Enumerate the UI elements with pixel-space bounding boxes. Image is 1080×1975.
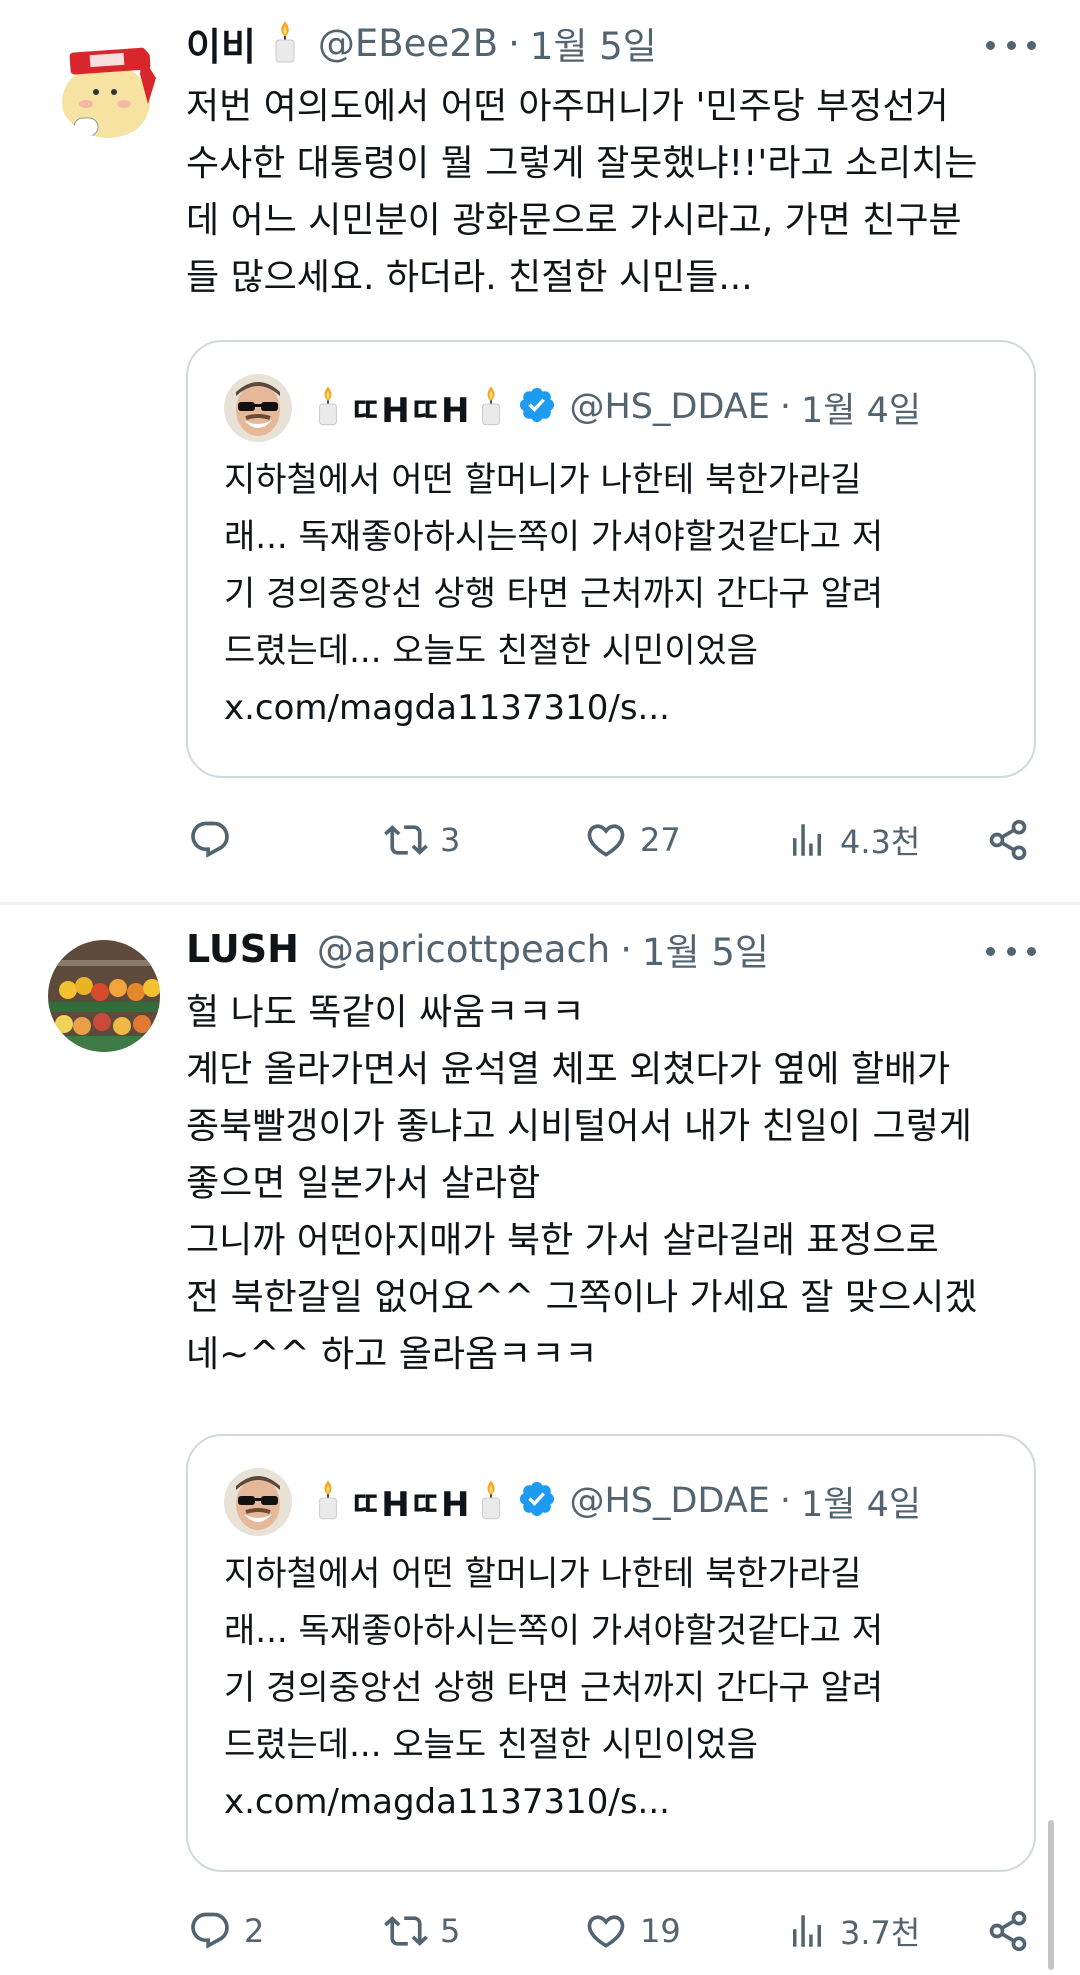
quote-user-handle: @HS_DDAE bbox=[569, 1481, 770, 1521]
quote-header: ㄸHㄸH @HS_DDAE · 1월 4일 bbox=[314, 382, 921, 432]
quote-text: 지하철에서 어떤 할머니가 나한테 북한가라길 래... 독재좋아하시는쪽이 가… bbox=[224, 460, 884, 728]
share-button[interactable] bbox=[986, 1901, 1030, 1961]
quote-display-name: ㄸHㄸH bbox=[350, 1484, 470, 1525]
views-count: 3.7천 bbox=[840, 1914, 921, 1952]
like-count: 27 bbox=[640, 821, 681, 859]
separator-dot: · bbox=[620, 927, 633, 971]
quoted-tweet[interactable]: ㄸHㄸH @HS_DDAE · 1월 4일 지하철에서 어떤 할머니가 나한테 … bbox=[186, 340, 1036, 778]
separator-dot: · bbox=[779, 1481, 792, 1521]
quote-timestamp: 1월 4일 bbox=[801, 1484, 922, 1525]
retweet-button[interactable]: 5 bbox=[384, 1901, 460, 1961]
verified-badge-icon bbox=[517, 1479, 557, 1523]
quote-avatar bbox=[224, 1468, 292, 1536]
share-icon bbox=[986, 1909, 1030, 1953]
candle-icon bbox=[314, 384, 342, 430]
user-handle[interactable]: @EBee2B bbox=[318, 22, 498, 65]
tweet-header: LUSH @apricottpeach · 1월 5일 bbox=[186, 924, 769, 974]
heart-icon bbox=[584, 1909, 628, 1953]
tweet-header: 이비 @EBee2B · 1월 5일 bbox=[186, 16, 657, 71]
reply-icon bbox=[188, 1909, 232, 1953]
retweet-icon bbox=[384, 818, 428, 862]
more-icon[interactable] bbox=[986, 25, 1036, 65]
separator-dot: · bbox=[508, 21, 520, 65]
reply-button[interactable] bbox=[188, 810, 244, 870]
tweet[interactable]: 이비 @EBee2B · 1월 5일 저번 여의도에서 어떤 아주머니가 '민주… bbox=[0, 0, 1080, 900]
avatar[interactable] bbox=[56, 34, 160, 138]
like-count: 19 bbox=[640, 1912, 681, 1950]
retweet-button[interactable]: 3 bbox=[384, 810, 460, 870]
like-button[interactable]: 19 bbox=[584, 1901, 681, 1961]
reply-icon bbox=[188, 818, 232, 862]
retweet-count: 5 bbox=[440, 1912, 461, 1950]
verified-badge-icon bbox=[517, 385, 557, 429]
separator-dot: · bbox=[779, 387, 792, 427]
retweet-count: 3 bbox=[440, 821, 461, 859]
more-icon[interactable] bbox=[986, 931, 1036, 971]
avatar[interactable] bbox=[48, 940, 160, 1052]
user-handle[interactable]: @apricottpeach bbox=[317, 928, 610, 971]
timestamp[interactable]: 1월 5일 bbox=[530, 16, 657, 70]
display-name[interactable]: 이비 bbox=[186, 16, 256, 71]
timestamp[interactable]: 1월 5일 bbox=[642, 922, 769, 976]
like-button[interactable]: 27 bbox=[584, 810, 681, 870]
share-icon bbox=[986, 818, 1030, 862]
quote-avatar bbox=[224, 374, 292, 442]
share-button[interactable] bbox=[986, 810, 1030, 870]
quoted-tweet[interactable]: ㄸHㄸH @HS_DDAE · 1월 4일 지하철에서 어떤 할머니가 나한테 … bbox=[186, 1434, 1036, 1872]
views-icon bbox=[786, 819, 828, 861]
candle-icon bbox=[477, 384, 505, 430]
display-name[interactable]: LUSH bbox=[186, 927, 299, 971]
candle-icon bbox=[314, 1478, 342, 1524]
views-button[interactable]: 3.7천 bbox=[786, 1901, 920, 1961]
tweet-actions: 3 27 4.3천 bbox=[186, 810, 1036, 870]
tweet-actions: 2 5 19 3.7천 bbox=[186, 1901, 1036, 1961]
quote-timestamp: 1월 4일 bbox=[801, 390, 922, 431]
reply-count: 2 bbox=[244, 1912, 265, 1950]
tweet[interactable]: LUSH @apricottpeach · 1월 5일 헐 나도 똑같이 싸움ㅋ… bbox=[0, 906, 1080, 1975]
views-button[interactable]: 4.3천 bbox=[786, 810, 920, 870]
candle-icon bbox=[270, 19, 300, 67]
scrollbar[interactable] bbox=[1048, 1820, 1054, 1970]
tweet-text: 저번 여의도에서 어떤 아주머니가 '민주당 부정선거 수사한 대통령이 뭘 그… bbox=[186, 86, 978, 298]
quote-display-name: ㄸHㄸH bbox=[350, 390, 470, 431]
heart-icon bbox=[584, 818, 628, 862]
views-count: 4.3천 bbox=[840, 823, 921, 861]
reply-button[interactable]: 2 bbox=[188, 1901, 264, 1961]
quote-header: ㄸHㄸH @HS_DDAE · 1월 4일 bbox=[314, 1476, 921, 1526]
quote-user-handle: @HS_DDAE bbox=[569, 387, 770, 427]
tweet-text: 헐 나도 똑같이 싸움ㅋㅋㅋ 계단 올라가면서 윤석열 체포 외쳤다가 옆에 할… bbox=[186, 992, 978, 1375]
tweet-divider bbox=[0, 902, 1080, 905]
candle-icon bbox=[477, 1478, 505, 1524]
quote-text: 지하철에서 어떤 할머니가 나한테 북한가라길 래... 독재좋아하시는쪽이 가… bbox=[224, 1554, 884, 1822]
views-icon bbox=[786, 1910, 828, 1952]
retweet-icon bbox=[384, 1909, 428, 1953]
